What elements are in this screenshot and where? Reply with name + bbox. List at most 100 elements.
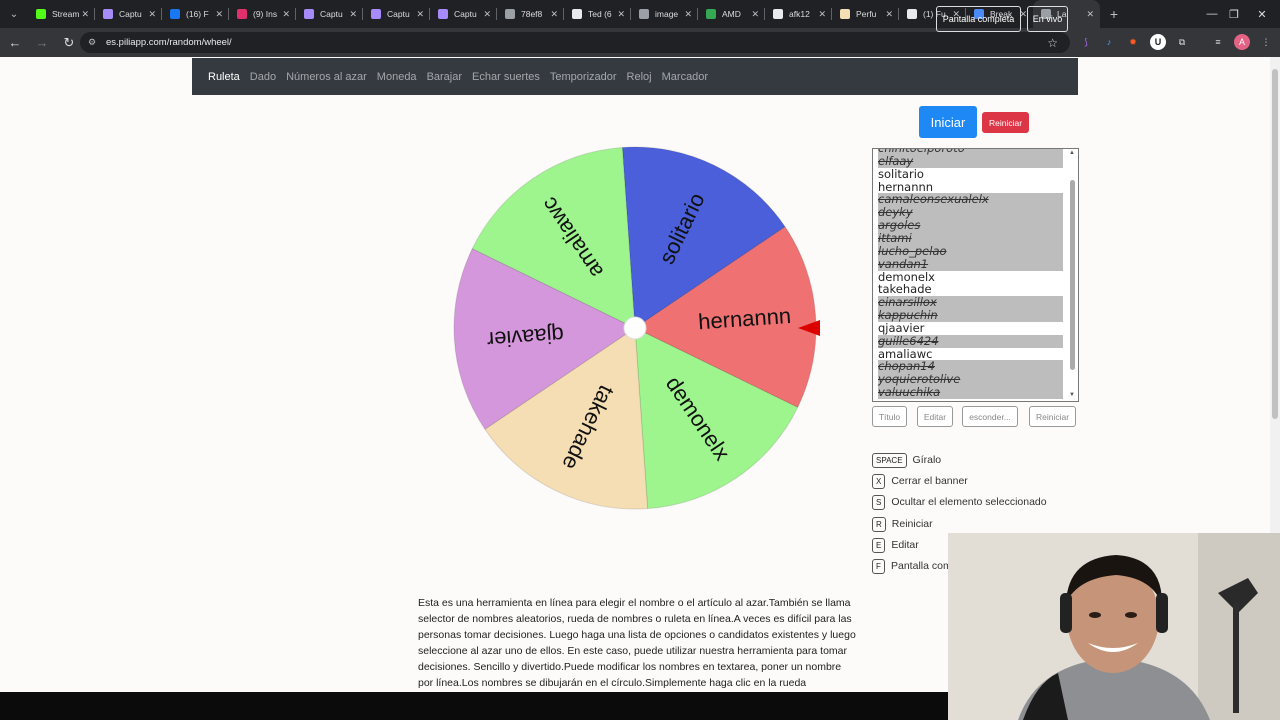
shortcut-key: R [872, 516, 886, 532]
shortcut-label: Cerrar el banner [891, 475, 968, 487]
hide-button[interactable]: esconder... [962, 406, 1018, 427]
name-wheel[interactable]: solitariohernannndemonelxtakehadeqjaavie… [440, 140, 840, 520]
wheel-center-hub [623, 316, 647, 340]
shortcut-item: X Cerrar el banner [872, 473, 968, 489]
live-button[interactable]: En vivo [1027, 6, 1068, 32]
site-navbar: Ruleta Dado Números al azar Moneda Barajar Ec… [192, 58, 1078, 95]
browser-tab[interactable]: image ✕ [631, 0, 698, 28]
tab-close-icon[interactable]: ✕ [81, 9, 89, 20]
shortcut-label: Ocultar el elemento seleccionado [891, 496, 1047, 508]
tab-close-icon[interactable]: ✕ [684, 9, 692, 20]
title-button[interactable]: Título [872, 406, 907, 427]
browser-tab[interactable]: Captu ✕ [95, 0, 162, 28]
forward-icon[interactable]: → [30, 31, 54, 55]
nav-link[interactable]: Echar suertes [472, 71, 540, 83]
tab-close-icon[interactable]: ✕ [818, 9, 826, 20]
nav-link[interactable]: Barajar [427, 71, 462, 83]
nav-link[interactable]: Temporizador [550, 71, 617, 83]
browser-tab[interactable]: Ted (6 ✕ [564, 0, 631, 28]
tab-close-icon[interactable]: ✕ [282, 9, 290, 20]
tab-close-icon[interactable]: ✕ [215, 9, 223, 20]
tab-title: AMD [722, 9, 741, 19]
reset-button[interactable]: Reiniciar [982, 112, 1029, 133]
tab-favicon-icon [371, 9, 381, 19]
extension-icon-2[interactable]: ♪ [1101, 34, 1117, 50]
tab-title: Captu [320, 9, 343, 19]
scroll-thumb[interactable] [1070, 180, 1075, 370]
browser-tab-strip: ⌄ Stream ✕ Captu ✕ (16) F ✕ (9) Ins ✕ Captu ✕ Capt… [0, 0, 1280, 28]
names-textarea[interactable]: chinitoelporoto elfaay solitario hernannn ca… [872, 148, 1079, 402]
reload-icon[interactable]: ↻ [57, 31, 81, 55]
tab-close-icon[interactable]: ✕ [1086, 9, 1094, 20]
tab-favicon-icon [706, 9, 716, 19]
tab-favicon-icon [304, 9, 314, 19]
shortcut-item: E Editar [872, 537, 919, 553]
tab-title: Captu [454, 9, 477, 19]
extension-icon-1[interactable]: ⟆ [1078, 34, 1094, 50]
shortcut-label: Gíralo [912, 454, 942, 466]
bookmark-star-icon[interactable]: ☆ [1047, 36, 1058, 50]
list-entry[interactable]: valuuchika [878, 386, 1063, 400]
browser-tab[interactable]: (16) F ✕ [162, 0, 229, 28]
list-reset-button[interactable]: Reiniciar [1029, 406, 1076, 427]
site-info-icon[interactable]: ⚙ [88, 37, 98, 48]
tab-close-icon[interactable]: ✕ [416, 9, 424, 20]
browser-tab[interactable]: AMD ✕ [698, 0, 765, 28]
reading-list-icon[interactable]: ≡ [1210, 34, 1226, 50]
extension-icon-ublock[interactable]: U [1150, 34, 1166, 50]
tab-title: Stream [52, 9, 80, 19]
nav-link[interactable]: Reloj [627, 71, 652, 83]
back-icon[interactable]: ← [3, 31, 27, 55]
tab-favicon-icon [505, 9, 515, 19]
edit-button[interactable]: Editar [917, 406, 953, 427]
start-button[interactable]: Iniciar [919, 106, 977, 138]
browser-tab[interactable]: Captu ✕ [296, 0, 363, 28]
nav-link[interactable]: Moneda [377, 71, 417, 83]
nav-link[interactable]: Ruleta [208, 71, 240, 83]
new-tab-button[interactable]: + [1100, 6, 1128, 22]
shortcut-key: E [872, 537, 886, 553]
tab-close-icon[interactable]: ✕ [483, 9, 491, 20]
browser-menu-icon[interactable]: ⋮ [1258, 34, 1274, 50]
browser-tab[interactable]: Captu ✕ [430, 0, 497, 28]
tab-close-icon[interactable]: ✕ [751, 9, 759, 20]
tab-close-icon[interactable]: ✕ [148, 9, 156, 20]
tab-favicon-icon [103, 9, 113, 19]
extension-icon-3[interactable]: ✹ [1125, 34, 1141, 50]
shortcut-label: Editar [891, 539, 919, 551]
tab-close-icon[interactable]: ✕ [550, 9, 558, 20]
tab-favicon-icon [907, 9, 917, 19]
browser-tab[interactable]: (9) Ins ✕ [229, 0, 296, 28]
browser-tab[interactable]: Perfu ✕ [832, 0, 899, 28]
browser-tab[interactable]: Stream ✕ [28, 0, 95, 28]
scroll-up-icon[interactable]: ▲ [1069, 150, 1075, 156]
nav-link[interactable]: Números al azar [286, 71, 367, 83]
fullscreen-button[interactable]: Pantalla completa [936, 6, 1021, 32]
tab-close-icon[interactable]: ✕ [349, 9, 357, 20]
tab-title: Perfu [856, 9, 877, 19]
page-scroll-thumb[interactable] [1272, 69, 1278, 419]
nav-link[interactable]: Marcador [662, 71, 708, 83]
tab-title: afk12 [789, 9, 810, 19]
wheel-segment-label: qjaavier [486, 322, 565, 352]
shortcut-item: S Ocultar el elemento seleccionado [872, 494, 1047, 510]
shortcut-label: Pantalla com [891, 560, 952, 572]
tab-close-icon[interactable]: ✕ [617, 9, 625, 20]
profile-avatar[interactable]: A [1234, 34, 1250, 50]
browser-tab[interactable]: Captu ✕ [363, 0, 430, 28]
tab-close-icon[interactable]: ✕ [885, 9, 893, 20]
scroll-down-icon[interactable]: ▼ [1069, 392, 1075, 398]
list-scrollbar[interactable]: ▲ ▼ [1068, 150, 1077, 400]
browser-tab[interactable]: 78ef8 ✕ [497, 0, 564, 28]
address-bar[interactable]: ⚙ es.piliapp.com/random/wheel/ ☆ [80, 32, 1070, 53]
shortcut-item: SPACE Gíralo [872, 452, 941, 468]
browser-tab[interactable]: afk12 ✕ [765, 0, 832, 28]
webcam-person-image [948, 533, 1280, 720]
shortcut-key: SPACE [872, 452, 907, 468]
tab-title: Captu [119, 9, 142, 19]
tab-favicon-icon [639, 9, 649, 19]
extensions-puzzle-icon[interactable]: ⧉ [1174, 34, 1190, 50]
close-window-icon[interactable]: ✕ [1240, 0, 1280, 28]
tab-search-icon[interactable]: ⌄ [0, 0, 28, 28]
nav-link[interactable]: Dado [250, 71, 276, 83]
